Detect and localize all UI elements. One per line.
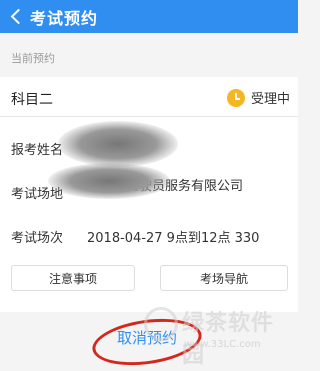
chevron-left-icon [10,8,26,25]
navigation-button[interactable]: 考场导航 [160,265,288,291]
status-badge: 受理中 [226,88,290,107]
subject-row: 科目二 受理中 [0,77,298,117]
redaction-smudge [58,121,178,167]
title-bar: 考试预约 [0,0,298,33]
watermark-text: 绿茶软件园 [182,311,275,368]
time-value: 2018-04-27 9点到12点 330 [87,231,260,246]
notice-button[interactable]: 注意事项 [11,265,135,291]
clock-icon [226,88,245,107]
time-row: 考试场次 2018-04-27 9点到12点 330 [11,227,259,246]
back-button[interactable] [0,0,30,33]
page-title: 考试预约 [30,8,99,28]
watermark-url: www.33LC.com [184,339,261,350]
time-label: 考试场次 [11,231,64,246]
name-row: 报考姓名 [11,139,63,158]
watermark-logo-icon [144,307,178,341]
name-label: 报考姓名 [11,143,64,158]
watermark: 绿茶软件园 www.33LC.com [142,305,292,368]
section-header: 当前预约 [0,44,298,72]
redaction-smudge-2 [48,163,170,199]
subject-label: 科目二 [11,92,53,108]
status-text: 受理中 [250,92,290,107]
